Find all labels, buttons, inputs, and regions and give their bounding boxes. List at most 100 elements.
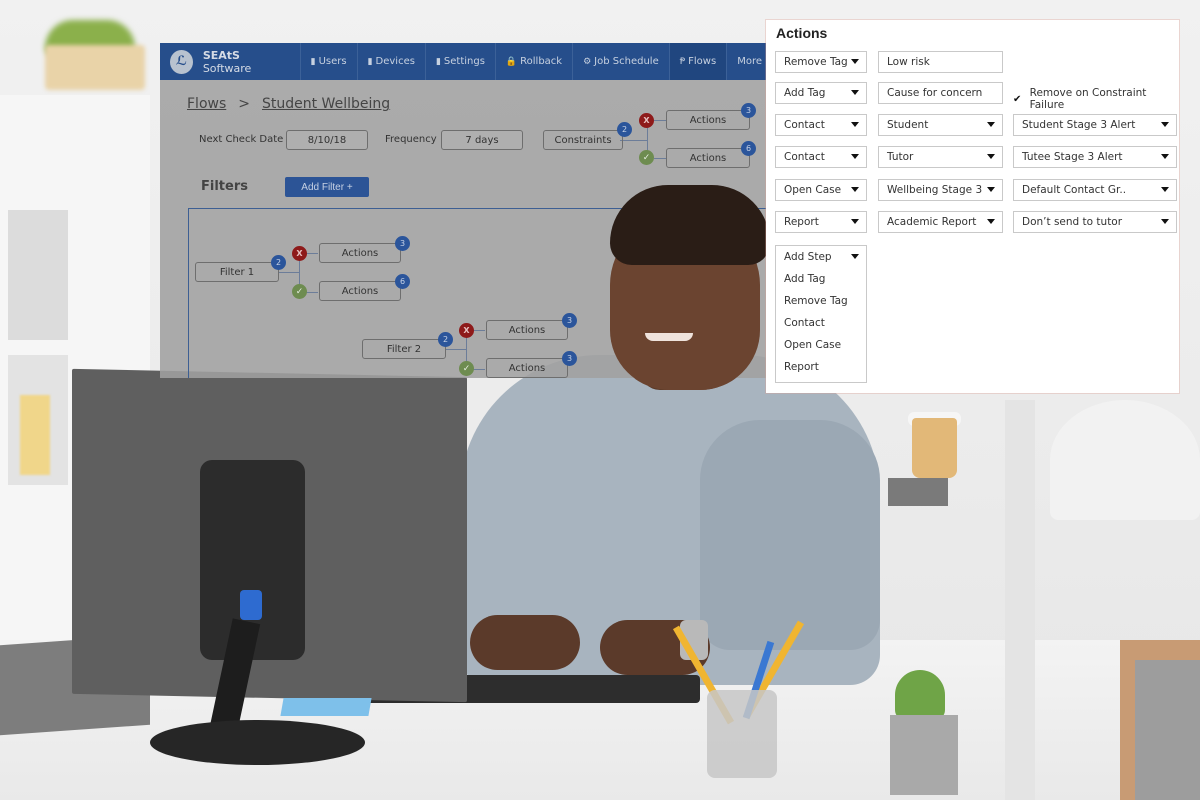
nav-users[interactable]: ▮ Users bbox=[299, 43, 357, 80]
succulent-pot bbox=[890, 715, 958, 795]
add-step-option-remove-tag[interactable]: Remove Tag bbox=[784, 295, 848, 307]
caret-down-icon bbox=[1161, 122, 1169, 127]
report-type-select[interactable]: Academic Report bbox=[878, 211, 1003, 233]
caret-down-icon bbox=[987, 122, 995, 127]
action-type-select[interactable]: Remove Tag bbox=[775, 51, 867, 73]
nav-flows[interactable]: Ᵽ Flows bbox=[668, 43, 727, 80]
count-badge: 3 bbox=[562, 351, 577, 366]
person-head-overlay bbox=[610, 185, 770, 390]
nav-rollback[interactable]: 🔒 Rollback bbox=[494, 43, 572, 80]
actions-panel-title: Actions bbox=[776, 25, 828, 41]
branch-icon: Ᵽ bbox=[679, 56, 686, 67]
contact-target-select[interactable]: Student bbox=[878, 114, 1003, 136]
actions-node-fail[interactable]: Actions bbox=[666, 110, 750, 130]
report-recipient-select[interactable]: Don’t send to tutor bbox=[1013, 211, 1177, 233]
filter-node[interactable]: Filter 2 bbox=[362, 339, 446, 359]
blue-cable bbox=[240, 590, 262, 620]
tag-input[interactable]: Cause for concern bbox=[878, 82, 1003, 104]
fail-x-icon: X bbox=[459, 323, 474, 338]
pass-check-icon: ✓ bbox=[459, 361, 474, 376]
action-type-select[interactable]: Contact bbox=[775, 146, 867, 168]
person-hand bbox=[470, 615, 580, 670]
lock-icon: 🔒 bbox=[505, 56, 518, 67]
actions-panel: Actions Remove Tag Low risk Add Tag Caus… bbox=[766, 20, 1179, 393]
person-arm bbox=[700, 420, 880, 650]
brand[interactable]: ℒ SEAtS Software bbox=[160, 43, 300, 80]
case-type-select[interactable]: Wellbeing Stage 3 bbox=[878, 179, 1003, 201]
caret-down-icon bbox=[851, 154, 859, 159]
next-check-date-field[interactable]: 8/10/18 bbox=[286, 130, 368, 150]
breadcrumb: Flows > Student Wellbeing bbox=[187, 96, 390, 112]
count-badge: 2 bbox=[617, 122, 632, 137]
contact-group-select[interactable]: Default Contact Gr.. bbox=[1013, 179, 1177, 201]
device-icon: ▮ bbox=[310, 56, 316, 67]
constraints-node[interactable]: Constraints bbox=[543, 130, 623, 150]
breadcrumb-flows[interactable]: Flows bbox=[187, 96, 226, 112]
yellow-binder bbox=[20, 395, 50, 475]
device-icon: ▮ bbox=[435, 56, 441, 67]
add-step-option-add-tag[interactable]: Add Tag bbox=[784, 273, 825, 285]
contact-target-select[interactable]: Tutor bbox=[878, 146, 1003, 168]
actions-node-fail[interactable]: Actions bbox=[486, 320, 568, 340]
fail-x-icon: X bbox=[639, 113, 654, 128]
caret-down-icon bbox=[987, 219, 995, 224]
fail-x-icon: X bbox=[292, 246, 307, 261]
breadcrumb-separator: > bbox=[238, 96, 250, 112]
remove-on-constraint-failure-checkbox[interactable]: ✔ Remove on Constraint Failure bbox=[1013, 87, 1179, 111]
pencil-cup bbox=[707, 690, 777, 778]
actions-node-pass[interactable]: Actions bbox=[319, 281, 401, 301]
tag-input[interactable]: Low risk bbox=[878, 51, 1003, 73]
actions-node-pass[interactable]: Actions bbox=[486, 358, 568, 378]
actions-node-pass[interactable]: Actions bbox=[666, 148, 750, 168]
add-step-option-contact[interactable]: Contact bbox=[784, 317, 825, 329]
sticky-notes bbox=[280, 698, 372, 716]
action-type-select[interactable]: Report bbox=[775, 211, 867, 233]
caret-down-icon bbox=[987, 187, 995, 192]
add-filter-button[interactable]: Add Filter + bbox=[285, 177, 369, 197]
caret-down-icon bbox=[1161, 219, 1169, 224]
caret-down-icon bbox=[851, 122, 859, 127]
smile bbox=[645, 333, 693, 341]
add-step-dropdown[interactable]: Add Step Add Tag Remove Tag Contact Open… bbox=[775, 245, 867, 383]
actions-node-fail[interactable]: Actions bbox=[319, 243, 401, 263]
gears-icon: ⚙ bbox=[583, 56, 592, 67]
count-badge: 3 bbox=[562, 313, 577, 328]
desk-lamp-arm bbox=[1005, 400, 1035, 800]
count-badge: 2 bbox=[438, 332, 453, 347]
caret-down-icon bbox=[987, 154, 995, 159]
frequency-field[interactable]: 7 days bbox=[441, 130, 523, 150]
frequency-label: Frequency bbox=[385, 134, 437, 145]
leaf-logo-icon: ℒ bbox=[170, 49, 193, 74]
filters-heading: Filters bbox=[201, 179, 248, 194]
desk-lamp-head bbox=[1050, 400, 1200, 520]
pass-check-icon: ✓ bbox=[292, 284, 307, 299]
action-type-select[interactable]: Contact bbox=[775, 114, 867, 136]
caret-down-icon bbox=[851, 187, 859, 192]
breadcrumb-current[interactable]: Student Wellbeing bbox=[262, 96, 390, 112]
next-check-date-label: Next Check Date bbox=[199, 134, 284, 145]
action-type-select[interactable]: Open Case bbox=[775, 179, 867, 201]
action-type-select[interactable]: Add Tag bbox=[775, 82, 867, 104]
caret-down-icon bbox=[851, 219, 859, 224]
succulent bbox=[895, 670, 945, 720]
caret-down-icon bbox=[1161, 154, 1169, 159]
template-select[interactable]: Student Stage 3 Alert bbox=[1013, 114, 1177, 136]
add-step-option-report[interactable]: Report bbox=[784, 361, 819, 373]
pass-check-icon: ✓ bbox=[639, 150, 654, 165]
top-navbar: ℒ SEAtS Software ▮ Users ▮ Devices ▮ Settin… bbox=[160, 43, 772, 80]
nav-devices[interactable]: ▮ Devices bbox=[356, 43, 425, 80]
add-step-option-open-case[interactable]: Open Case bbox=[784, 339, 841, 351]
add-step-select[interactable]: Add Step bbox=[776, 246, 866, 268]
count-badge: 3 bbox=[395, 236, 410, 251]
count-badge: 3 bbox=[741, 103, 756, 118]
count-badge: 6 bbox=[395, 274, 410, 289]
template-select[interactable]: Tutee Stage 3 Alert bbox=[1013, 146, 1177, 168]
checkmark-icon: ✔ bbox=[1013, 93, 1022, 105]
caret-down-icon bbox=[851, 90, 859, 95]
nav-job-schedule[interactable]: ⚙ Job Schedule bbox=[572, 43, 669, 80]
nav-settings[interactable]: ▮ Settings bbox=[424, 43, 495, 80]
count-badge: 2 bbox=[271, 255, 286, 270]
caret-down-icon bbox=[1161, 187, 1169, 192]
filter-node[interactable]: Filter 1 bbox=[195, 262, 279, 282]
plant-pot bbox=[45, 45, 145, 90]
